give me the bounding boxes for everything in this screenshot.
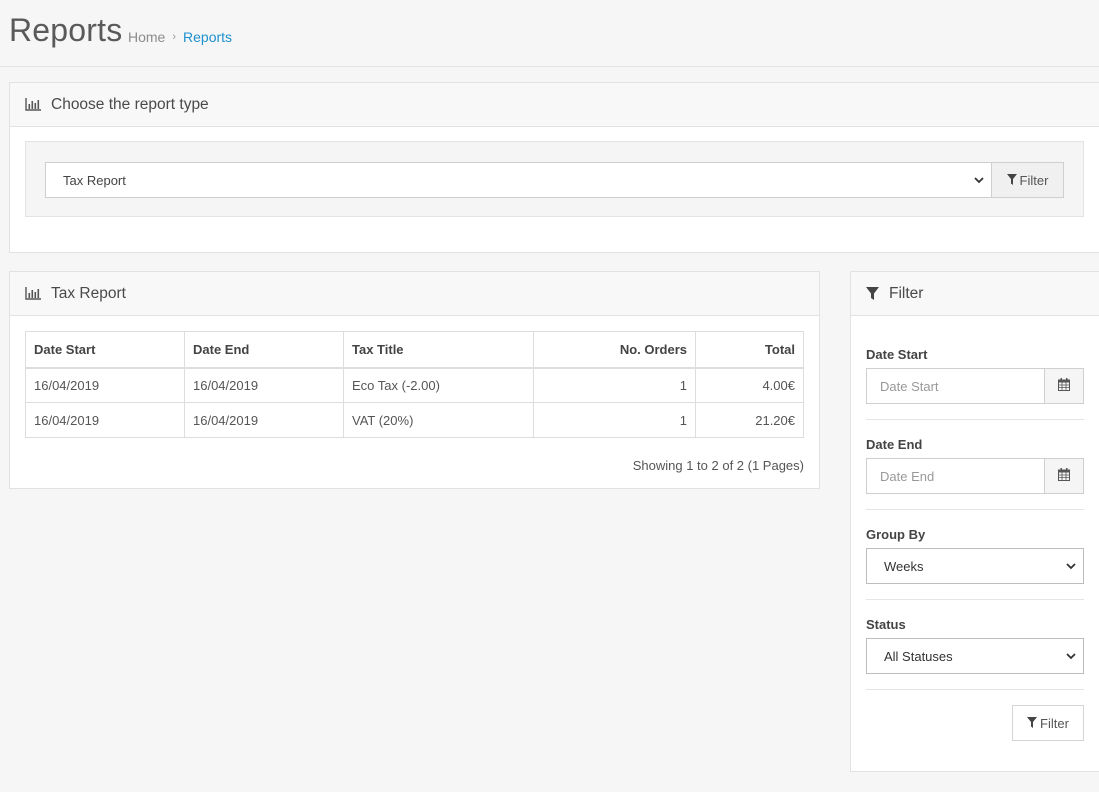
filter-panel-title: Filter	[889, 284, 924, 302]
tax-report-panel: Tax Report Date Start Date End Tax Title…	[9, 271, 820, 489]
table-row: 16/04/2019 16/04/2019 VAT (20%) 1 21.20€	[25, 402, 804, 438]
tax-report-table: Date Start Date End Tax Title No. Orders…	[25, 331, 804, 438]
date-end-group: Date End	[866, 458, 1084, 494]
cell-total: 4.00€	[695, 367, 804, 403]
bar-chart-icon	[25, 287, 41, 300]
tax-report-panel-heading: Tax Report	[10, 272, 819, 316]
apply-filter-button[interactable]: Filter	[1012, 705, 1084, 741]
calendar-icon	[1058, 468, 1070, 484]
filter-panel: Filter Date Start Date Start Date End Da…	[850, 271, 1099, 772]
apply-filter-label: Filter	[1040, 715, 1069, 731]
cell-orders: 1	[533, 402, 696, 438]
column-header-no-orders[interactable]: No. Orders	[533, 331, 696, 369]
filter-icon	[866, 287, 879, 300]
date-start-calendar-button[interactable]	[1044, 368, 1084, 404]
breadcrumb-home-link[interactable]: Home	[128, 29, 165, 45]
status-select-value: All Statuses	[884, 648, 953, 664]
chevron-down-icon	[1065, 650, 1077, 665]
cell-tax-title: VAT (20%)	[343, 402, 534, 438]
date-end-input[interactable]: Date End	[866, 458, 1044, 494]
filter-icon	[1027, 716, 1038, 731]
divider	[866, 509, 1084, 510]
date-end-calendar-button[interactable]	[1044, 458, 1084, 494]
cell-date-start: 16/04/2019	[25, 367, 185, 403]
breadcrumb-reports-link[interactable]: Reports	[183, 29, 232, 45]
group-by-select[interactable]: Weeks	[866, 548, 1084, 584]
report-type-select-value: Tax Report	[63, 172, 126, 188]
calendar-icon	[1058, 378, 1070, 394]
status-select[interactable]: All Statuses	[866, 638, 1084, 674]
filter-panel-heading: Filter	[851, 272, 1099, 316]
filter-icon	[1006, 173, 1017, 188]
date-start-input[interactable]: Date Start	[866, 368, 1044, 404]
cell-tax-title: Eco Tax (-2.00)	[343, 367, 534, 403]
date-start-label: Date Start	[866, 347, 928, 362]
cell-orders: 1	[533, 367, 696, 403]
column-header-tax-title[interactable]: Tax Title	[343, 331, 534, 369]
column-header-total[interactable]: Total	[695, 331, 804, 369]
divider	[866, 419, 1084, 420]
status-label: Status	[866, 617, 906, 632]
table-row: 16/04/2019 16/04/2019 Eco Tax (-2.00) 1 …	[25, 367, 804, 403]
column-header-date-start[interactable]: Date Start	[25, 331, 185, 369]
column-header-date-end[interactable]: Date End	[184, 331, 344, 369]
divider	[866, 689, 1084, 690]
cell-date-end: 16/04/2019	[184, 367, 344, 403]
breadcrumb-separator: ›	[172, 31, 177, 43]
chevron-down-icon	[1065, 560, 1077, 575]
report-type-well: Tax Report Filter	[25, 141, 1084, 217]
date-end-label: Date End	[866, 437, 923, 452]
bar-chart-icon	[25, 98, 41, 111]
chevron-down-icon	[973, 174, 985, 189]
cell-total: 21.20€	[695, 402, 804, 438]
cell-date-end: 16/04/2019	[184, 402, 344, 438]
report-type-filter-button[interactable]: Filter	[991, 162, 1064, 198]
date-start-group: Date Start	[866, 368, 1084, 404]
report-type-filter-label: Filter	[1019, 172, 1049, 188]
cell-date-start: 16/04/2019	[25, 402, 185, 438]
page-header: Reports Home › Reports	[0, 0, 1099, 67]
group-by-select-value: Weeks	[884, 558, 924, 574]
page-title: Reports	[9, 12, 123, 48]
choose-report-panel-title: Choose the report type	[51, 95, 209, 113]
choose-report-panel: Choose the report type Tax Report Filter	[9, 82, 1099, 253]
tax-report-panel-title: Tax Report	[51, 284, 126, 302]
table-header-row: Date Start Date End Tax Title No. Orders…	[25, 331, 804, 369]
report-type-select[interactable]: Tax Report	[45, 162, 992, 198]
breadcrumb: Home › Reports	[128, 29, 232, 45]
choose-report-panel-heading: Choose the report type	[10, 83, 1099, 127]
divider	[866, 599, 1084, 600]
group-by-label: Group By	[866, 527, 926, 542]
pagination-summary: Showing 1 to 2 of 2 (1 Pages)	[632, 458, 804, 473]
